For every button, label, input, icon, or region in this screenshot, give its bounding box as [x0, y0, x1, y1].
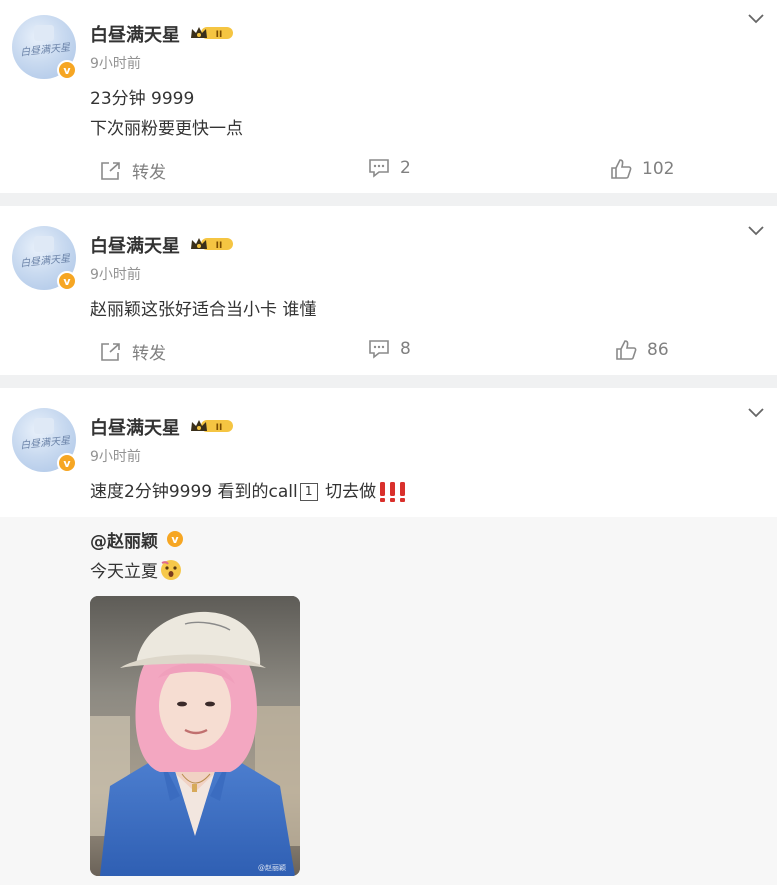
chevron-down-icon[interactable]	[748, 408, 764, 418]
like-icon	[616, 340, 637, 360]
content-line: 23分钟 9999	[90, 89, 195, 109]
like-icon	[611, 159, 632, 179]
level-badge-text: II	[216, 241, 223, 251]
level-crown-icon: II	[191, 27, 233, 40]
repost-button[interactable]: 转发	[100, 339, 166, 364]
avatar-shape	[34, 236, 54, 252]
comment-count: 8	[400, 339, 411, 359]
avatar-shape	[34, 25, 54, 41]
content-line: 下次丽粉要更快一点	[90, 119, 243, 139]
post-time[interactable]: 9小时前	[90, 446, 141, 466]
repost-icon	[101, 161, 120, 180]
double-exclamation-icon	[380, 482, 406, 502]
comment-button[interactable]: 2	[368, 158, 411, 178]
post-time[interactable]: 9小时前	[90, 53, 141, 73]
post-content: 赵丽颖这张好适合当小卡 谁懂	[90, 295, 316, 325]
verified-badge-icon: v	[165, 529, 185, 549]
content-line: 赵丽颖这张好适合当小卡 谁懂	[90, 300, 317, 320]
comment-count: 2	[400, 158, 411, 178]
verified-badge-icon: v	[57, 60, 77, 80]
comment-icon	[369, 159, 389, 178]
like-button[interactable]: 86	[615, 339, 669, 361]
avatar[interactable]: 白昼满天星 v	[12, 226, 77, 291]
verified-badge-icon: v	[57, 271, 77, 291]
level-crown-icon: II	[191, 238, 233, 251]
like-count: 102	[642, 159, 675, 179]
keycap-1-icon: 1	[299, 483, 318, 501]
avatar-shape	[34, 418, 54, 434]
avatar[interactable]: 白昼满天星 v	[12, 15, 77, 80]
post-content: 23分钟 9999 下次丽粉要更快一点	[90, 84, 243, 144]
mention-link[interactable]: @赵丽颖	[90, 527, 158, 552]
portrait-image: @赵丽颖	[90, 596, 300, 876]
verified-badge-icon: v	[57, 453, 77, 473]
surprised-face-emoji-icon	[161, 559, 181, 580]
level-badge-text: II	[216, 423, 223, 433]
level-crown-icon: II	[191, 420, 233, 433]
content-tail: 切去做	[319, 482, 377, 502]
repost-text-content: 今天立夏	[90, 562, 158, 582]
content-text: 速度2分钟9999 看到的call	[90, 482, 298, 502]
post-photo[interactable]: @赵丽颖	[90, 596, 300, 876]
repost-label: 转发	[132, 163, 166, 183]
avatar[interactable]: 白昼满天星 v	[12, 408, 77, 473]
avatar-text: 白昼满天星	[19, 42, 71, 59]
repost-icon	[101, 342, 120, 361]
photo-watermark: @赵丽颖	[258, 863, 286, 872]
post-card-2: 白昼满天星 v 白昼满天星 II 9小时前 赵丽颖这张好适合当小卡 谁懂 转发 …	[0, 206, 777, 375]
level-badge-text: II	[216, 30, 223, 40]
username[interactable]: 白昼满天星	[90, 21, 180, 47]
repost-label: 转发	[132, 344, 166, 364]
comment-icon	[369, 340, 389, 359]
like-count: 86	[647, 340, 669, 360]
repost-button[interactable]: 转发	[100, 158, 166, 183]
post-content: 速度2分钟9999 看到的call 1 切去做	[90, 477, 408, 507]
avatar-text: 白昼满天星	[19, 435, 71, 452]
repost-text: 今天立夏	[90, 557, 183, 582]
post-time[interactable]: 9小时前	[90, 264, 141, 284]
post-card-1: 白昼满天星 v 白昼满天星 II 9小时前 23分钟 9999 下次丽粉要更快一…	[0, 0, 777, 193]
like-button[interactable]: 102	[610, 158, 674, 180]
username[interactable]: 白昼满天星	[90, 414, 180, 440]
chevron-down-icon[interactable]	[748, 14, 764, 24]
chevron-down-icon[interactable]	[748, 226, 764, 236]
comment-button[interactable]: 8	[368, 339, 411, 359]
username[interactable]: 白昼满天星	[90, 232, 180, 258]
avatar-text: 白昼满天星	[19, 253, 71, 270]
